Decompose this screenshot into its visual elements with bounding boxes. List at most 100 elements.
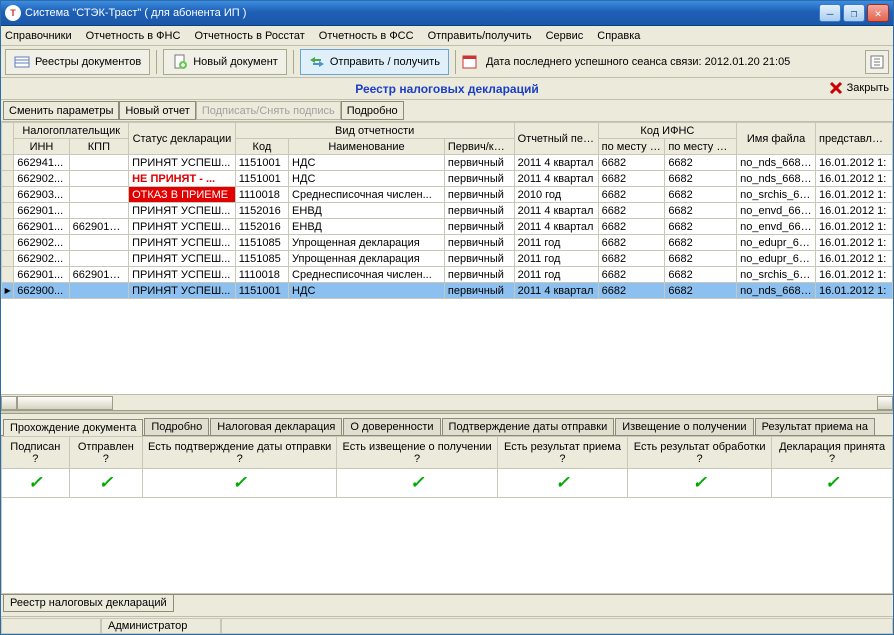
scroll-right-button[interactable] (877, 396, 893, 410)
cell-ifns1: 6682 (598, 171, 665, 187)
tab-poa[interactable]: О доверенности (343, 418, 440, 435)
table-row[interactable]: 662901...662901001ПРИНЯТ УСПЕШ...1110018… (2, 267, 893, 283)
table-row[interactable]: ▶662900...ПРИНЯТ УСПЕШ...1151001НДСперви… (2, 283, 893, 299)
col-kpp[interactable]: КПП (69, 139, 128, 155)
cell-kpp (69, 155, 128, 171)
cell-kpp (69, 171, 128, 187)
col-ifns-uchet[interactable]: по месту учета (598, 139, 665, 155)
col-primcorr[interactable]: Первич/корр. (444, 139, 514, 155)
button-label: Реестры документов (35, 56, 141, 68)
col-taxpayer[interactable]: Налогоплательщик (14, 123, 129, 139)
table-row[interactable]: 662901...662901001ПРИНЯТ УСПЕШ...1152016… (2, 219, 893, 235)
send-receive-button[interactable]: Отправить / получить (300, 49, 449, 75)
grid-table[interactable]: Налогоплательщик Статус декларации Вид о… (1, 122, 893, 299)
cell-status: НЕ ПРИНЯТ - ... (129, 171, 236, 187)
tab-details[interactable]: Подробно (144, 418, 209, 435)
titlebar[interactable]: T Система "СТЭК-Траст" ( для абонента ИП… (1, 1, 893, 26)
table-row[interactable]: 662901...ПРИНЯТ УСПЕШ...1152016ЕНВДперви… (2, 203, 893, 219)
menu-item[interactable]: Справка (597, 30, 640, 42)
cell-status: ПРИНЯТ УСПЕШ... (129, 251, 236, 267)
col-name[interactable]: Наименование (289, 139, 445, 155)
col-ifns-nahod[interactable]: по месту нахождения (665, 139, 737, 155)
statusbar-cell (221, 618, 893, 634)
col-pres[interactable]: представлен НД (816, 123, 893, 155)
col-reporttype[interactable]: Вид отчетности (235, 123, 514, 139)
status-hdr: Есть результат приема ? (497, 437, 627, 469)
new-report-button[interactable]: Новый отчет (119, 101, 195, 120)
tab-receipt[interactable]: Извещение о получении (615, 418, 753, 435)
col-ifns[interactable]: Код ИФНС (598, 123, 736, 139)
send-recv-icon (309, 54, 325, 70)
tab-progress[interactable]: Прохождение документа (3, 419, 143, 436)
toolbar-divider (293, 50, 294, 74)
scroll-thumb[interactable] (17, 396, 113, 410)
cell-kpp: 662901001 (69, 219, 128, 235)
row-marker (2, 187, 14, 203)
cell-kpp (69, 203, 128, 219)
cell-ptype: первичный (444, 187, 514, 203)
close-panel-button[interactable]: Закрыть (828, 80, 889, 96)
registries-button[interactable]: Реестры документов (5, 49, 150, 75)
cell-status: ПРИНЯТ УСПЕШ... (129, 203, 236, 219)
close-label: Закрыть (847, 82, 889, 94)
cell-ifns1: 6682 (598, 203, 665, 219)
tab-declaration[interactable]: Налоговая декларация (210, 418, 342, 435)
scroll-left-button[interactable] (1, 396, 17, 410)
cell-file: no_nds_6682... (737, 171, 816, 187)
cell-period: 2011 год (514, 235, 598, 251)
cell-status: ОТКАЗ В ПРИЕМЕ (129, 187, 236, 203)
change-params-button[interactable]: Сменить параметры (3, 101, 119, 120)
cell-date: 16.01.2012 1: (816, 219, 893, 235)
bottom-tab-registry[interactable]: Реестр налоговых деклараций (3, 595, 174, 612)
table-row[interactable]: 662903...ОТКАЗ В ПРИЕМЕ1110018Среднеспис… (2, 187, 893, 203)
row-marker (2, 203, 14, 219)
sub-header: Реестр налоговых деклараций Закрыть (1, 78, 893, 100)
menu-item[interactable]: Отправить/получить (428, 30, 532, 42)
cell-code: 1152016 (235, 219, 288, 235)
maximize-button[interactable]: ❐ (843, 4, 865, 22)
new-document-button[interactable]: Новый документ (163, 49, 287, 75)
main-toolbar: Реестры документов Новый документ Отправ… (1, 46, 893, 78)
close-window-button[interactable]: ✕ (867, 4, 889, 22)
check-icon: ✓ (99, 473, 113, 492)
cell-name: Упрощенная декларация (289, 251, 445, 267)
menu-item[interactable]: Отчетность в ФСС (319, 30, 414, 42)
cell-inn: 662902... (14, 235, 69, 251)
menu-item[interactable]: Сервис (546, 30, 584, 42)
table-row[interactable]: 662902...ПРИНЯТ УСПЕШ...1151085Упрощенна… (2, 251, 893, 267)
status-hdr: Есть извещение о получении ? (337, 437, 498, 469)
statusbar-user: Администратор (101, 618, 221, 634)
col-period[interactable]: Отчетный период (514, 123, 598, 155)
status-grid: Подписан ? Отправлен ? Есть подтверждени… (1, 436, 893, 498)
cell-ptype: первичный (444, 171, 514, 187)
details-button[interactable]: Подробно (341, 101, 404, 120)
bottom-tabs: Реестр налоговых деклараций (1, 594, 893, 616)
col-file[interactable]: Имя файла (737, 123, 816, 155)
tab-sendconf[interactable]: Подтверждение даты отправки (442, 418, 615, 435)
statusbar-cell (1, 618, 101, 634)
tab-result[interactable]: Результат приема на (755, 418, 875, 435)
settings-button[interactable] (865, 50, 889, 74)
cell-status: ПРИНЯТ УСПЕШ... (129, 283, 236, 299)
menu-item[interactable]: Справочники (5, 30, 72, 42)
h-scrollbar[interactable] (1, 394, 893, 410)
action-button-row: Сменить параметры Новый отчет Подписать/… (1, 100, 893, 122)
cell-status: ПРИНЯТ УСПЕШ... (129, 219, 236, 235)
check-icon: ✓ (28, 473, 42, 492)
col-inn[interactable]: ИНН (14, 139, 69, 155)
cell-period: 2011 4 квартал (514, 219, 598, 235)
check-icon: ✓ (825, 473, 839, 492)
col-code[interactable]: Код (235, 139, 288, 155)
col-status[interactable]: Статус декларации (129, 123, 236, 155)
cell-ifns1: 6682 (598, 251, 665, 267)
cell-ifns2: 6682 (665, 219, 737, 235)
cell-inn: 662902... (14, 251, 69, 267)
row-marker (2, 267, 14, 283)
minimize-button[interactable]: — (819, 4, 841, 22)
menu-item[interactable]: Отчетность в Росстат (194, 30, 304, 42)
table-row[interactable]: 662941...ПРИНЯТ УСПЕШ...1151001НДСпервич… (2, 155, 893, 171)
row-marker (2, 171, 14, 187)
table-row[interactable]: 662902...ПРИНЯТ УСПЕШ...1151085Упрощенна… (2, 235, 893, 251)
table-row[interactable]: 662902...НЕ ПРИНЯТ - ...1151001НДСпервич… (2, 171, 893, 187)
menu-item[interactable]: Отчетность в ФНС (86, 30, 181, 42)
